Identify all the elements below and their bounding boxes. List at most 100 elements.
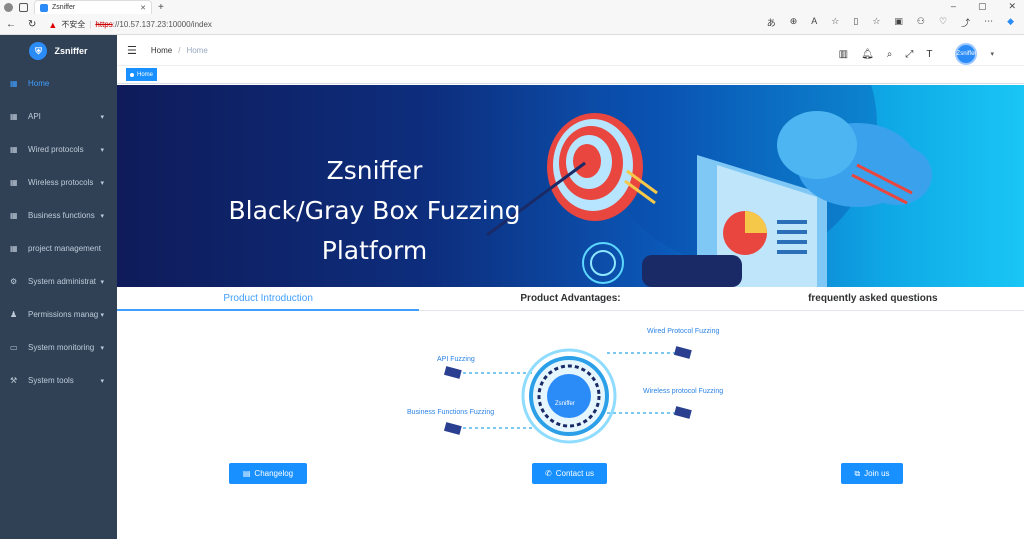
node-api-icon [443, 366, 462, 379]
sidebar-item-system-monitoring[interactable]: ▭ System monitoring ▾ [0, 331, 117, 364]
chevron-down-icon: ▾ [100, 311, 104, 319]
sidebar-logo[interactable]: ⛨ Zsniffer [0, 35, 117, 67]
profile-icon[interactable] [4, 2, 13, 12]
zoom-icon[interactable]: ⊕ [790, 16, 798, 29]
sidebar-item-label: Business functions [28, 211, 95, 220]
browser-toolbar-icons: あ ⊕ A ☆ ▯ ☆ ▣ ⚇ ♡ ⤴ ⋯ ◆ [767, 16, 1014, 29]
shield-logo-icon: ⛨ [29, 42, 48, 60]
node-wired-icon [673, 346, 692, 359]
tag-home[interactable]: Home [126, 68, 158, 81]
sidebar-item-label: Wireless protocols [28, 178, 94, 187]
tab-product-introduction[interactable]: Product Introduction [117, 287, 420, 311]
translate-icon[interactable]: あ [767, 16, 776, 29]
sidebar-item-label: System tools [28, 376, 74, 385]
close-window-icon[interactable]: ✕ [1008, 1, 1016, 12]
node-wireless-icon [673, 406, 692, 419]
join-button[interactable]: ⧉ Join us [841, 463, 903, 484]
node-business-icon [443, 422, 462, 435]
grid-icon: ▦ [10, 112, 18, 121]
tag-dot-icon [130, 72, 134, 77]
security-label[interactable]: 不安全 [61, 19, 85, 30]
search-icon[interactable]: ⌕ [887, 49, 893, 60]
back-icon[interactable]: ← [6, 19, 16, 30]
copilot-icon[interactable]: ◆ [1007, 16, 1014, 29]
gear-icon: ⚙ [10, 277, 18, 286]
node-label-wired: Wired Protocol Fuzzing [647, 328, 720, 335]
sidebar-item-wired-protocols[interactable]: ▦ Wired protocols ▾ [0, 133, 117, 166]
banner-title-line2: Black/Gray Box Fuzzing Platform [228, 196, 521, 265]
changelog-button[interactable]: ▤ Changelog [229, 463, 307, 484]
address-bar[interactable]: ▲ 不安全 | https://10.57.137.23:10000/index [48, 17, 212, 33]
favorites-icon[interactable]: ☆ [872, 16, 880, 29]
tab-product-advantages[interactable]: Product Advantages: [419, 287, 721, 310]
tools-icon: ⚒ [10, 376, 18, 385]
node-label-business: Business Functions Fuzzing [407, 409, 495, 416]
chevron-down-icon: ▾ [100, 344, 104, 352]
sidebar-item-label: System administrat [28, 277, 97, 286]
sidebar-item-business-functions[interactable]: ▦ Business functions ▾ [0, 199, 117, 232]
font-size-icon[interactable]: T [926, 49, 932, 60]
sidebar-item-label: Home [28, 79, 50, 88]
sidebar-item-home[interactable]: ▦ Home [0, 67, 117, 100]
tab-faq[interactable]: frequently asked questions [722, 287, 1024, 310]
avatar-caret-icon[interactable]: ▾ [990, 50, 994, 58]
grid-icon: ▦ [10, 178, 18, 187]
sidebar-item-label: project management [28, 244, 101, 253]
tag-label: Home [137, 71, 154, 78]
contact-button[interactable]: ✆ Contact us [532, 463, 607, 484]
split-screen-icon[interactable]: ▯ [853, 16, 858, 29]
tab-actions-icon[interactable] [19, 2, 28, 12]
share-icon[interactable]: ⤴ [961, 16, 970, 29]
url-text[interactable]: https://10.57.137.23:10000/index [95, 20, 212, 29]
browser-essentials-icon[interactable]: ♡ [939, 16, 947, 29]
breadcrumb-separator: / [178, 45, 181, 55]
sidebar-item-label: System monitoring [28, 343, 95, 352]
sidebar-item-wireless-protocols[interactable]: ▦ Wireless protocols ▾ [0, 166, 117, 199]
minimize-icon[interactable]: – [951, 1, 956, 12]
document-icon: ▤ [242, 469, 251, 478]
sidebar-item-system-tools[interactable]: ⚒ System tools ▾ [0, 364, 117, 397]
collections-icon[interactable]: ▣ [894, 16, 903, 29]
node-label-api: API Fuzzing [437, 356, 475, 363]
grid-icon: ▦ [10, 211, 18, 220]
read-aloud-icon[interactable]: A [811, 16, 817, 29]
browser-tab-title: Zsniffer [52, 4, 76, 11]
window-controls: – ▢ ✕ [951, 1, 1016, 12]
more-menu-icon[interactable]: ⋯ [984, 16, 993, 29]
sidebar-item-project-management[interactable]: ▦ project management [0, 232, 117, 265]
avatar[interactable]: Zsniffer [955, 43, 978, 65]
browser-tab[interactable]: Zsniffer ✕ [34, 0, 152, 14]
breadcrumb-current: Home [186, 45, 208, 55]
grid-icon: ▦ [10, 244, 18, 253]
browser-chrome: Zsniffer ✕ + – ▢ ✕ ← ↻ ▲ 不安全 | https://1… [0, 0, 1024, 35]
sidebar: ⛨ Zsniffer ▦ Home ▦ API ▾ ▦ Wired protocols ▾ ▦ W… [0, 35, 117, 539]
chevron-down-icon: ▾ [100, 113, 104, 121]
breadcrumb-home[interactable]: Home [151, 46, 172, 55]
architecture-diagram: Zsniffer API Fuzzing Business Functions … [397, 318, 757, 448]
refresh-icon[interactable]: ↻ [28, 19, 36, 30]
info-tabs: Product Introduction Product Advantages:… [117, 287, 1024, 311]
sidebar-item-permissions-manag[interactable]: ♟ Permissions manag ▾ [0, 298, 117, 331]
brand-name: Zsniffer [54, 46, 88, 56]
maximize-icon[interactable]: ▢ [978, 1, 987, 12]
warning-icon: ▲ [48, 19, 58, 30]
chevron-down-icon: ▾ [100, 146, 104, 154]
sidebar-item-label: Wired protocols [28, 145, 84, 154]
favorite-star-icon[interactable]: ☆ [831, 16, 839, 29]
hero-banner: Zsniffer Black/Gray Box Fuzzing Platform [117, 85, 1024, 287]
navbar-right-menu: ▥ 🔔︎ ⌕ ⤢ T Zsniffer ▾ [839, 43, 994, 65]
new-tab-button[interactable]: + [158, 2, 164, 13]
phone-icon: ✆ [545, 469, 552, 478]
sidebar-item-api[interactable]: ▦ API ▾ [0, 100, 117, 133]
close-tab-icon[interactable]: ✕ [140, 4, 146, 12]
chevron-down-icon: ▾ [100, 179, 104, 187]
bell-icon[interactable]: 🔔︎ [861, 49, 874, 60]
user-icon: ♟ [10, 310, 18, 319]
fullscreen-icon[interactable]: ⤢ [905, 49, 913, 60]
diagram-graphic [443, 346, 692, 444]
main-content: ☰ Home / Home ▥ 🔔︎ ⌕ ⤢ T Zsniffer ▾ Home [117, 35, 1024, 539]
extensions-icon[interactable]: ⚇ [917, 16, 925, 29]
sidebar-item-system-administrat[interactable]: ⚙ System administrat ▾ [0, 265, 117, 298]
docs-icon[interactable]: ▥ [839, 49, 848, 60]
hamburger-icon[interactable]: ☰ [127, 44, 137, 57]
